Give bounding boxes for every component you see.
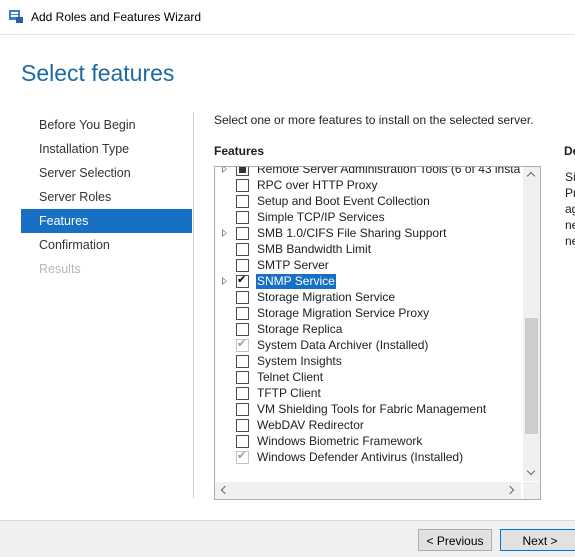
description-heading: De	[564, 144, 575, 158]
nav-item-server-roles[interactable]: Server Roles	[21, 185, 192, 209]
feature-label[interactable]: Storage Migration Service Proxy	[257, 306, 429, 321]
feature-checkbox[interactable]	[236, 259, 249, 272]
feature-row[interactable]: Storage Migration Service Proxy	[215, 306, 521, 322]
feature-row[interactable]: RPC over HTTP Proxy	[215, 178, 521, 194]
divider	[193, 112, 194, 498]
nav-item-installation-type[interactable]: Installation Type	[21, 137, 192, 161]
feature-row[interactable]: Storage Replica	[215, 322, 521, 338]
expand-arrow-icon[interactable]	[222, 229, 227, 237]
feature-row[interactable]: TFTP Client	[215, 386, 521, 402]
feature-label[interactable]: SMB 1.0/CIFS File Sharing Support	[257, 226, 446, 241]
expand-arrow-icon[interactable]	[222, 167, 227, 173]
feature-label[interactable]: SNMP Service	[256, 274, 336, 289]
feature-checkbox[interactable]	[236, 307, 249, 320]
scrollbar-corner	[523, 482, 540, 499]
feature-row[interactable]: SMB 1.0/CIFS File Sharing Support	[215, 226, 521, 242]
feature-row[interactable]: System Insights	[215, 354, 521, 370]
feature-label[interactable]: Storage Migration Service	[257, 290, 395, 305]
feature-row[interactable]: Windows Defender Antivirus (Installed)	[215, 449, 521, 466]
description-line: ag	[565, 202, 575, 216]
description-line: ne	[565, 218, 575, 232]
feature-row[interactable]: Simple TCP/IP Services	[215, 210, 521, 226]
feature-label[interactable]: SMTP Server	[257, 258, 329, 273]
description-line: ne	[565, 234, 575, 248]
feature-checkbox[interactable]	[236, 273, 249, 288]
feature-checkbox[interactable]	[236, 227, 249, 240]
feature-label[interactable]: Windows Biometric Framework	[257, 434, 422, 449]
feature-label[interactable]: Simple TCP/IP Services	[257, 210, 385, 225]
feature-checkbox[interactable]	[236, 167, 249, 176]
feature-checkbox[interactable]	[236, 403, 249, 416]
feature-row[interactable]: WebDAV Redirector	[215, 418, 521, 434]
next-button[interactable]: Next >	[500, 529, 575, 551]
vertical-scrollbar[interactable]	[523, 167, 540, 481]
nav-item-server-selection[interactable]: Server Selection	[21, 161, 192, 185]
feature-row[interactable]: Storage Migration Service	[215, 290, 521, 306]
feature-row[interactable]: Setup and Boot Event Collection	[215, 194, 521, 210]
feature-checkbox[interactable]	[236, 419, 249, 432]
scroll-down-icon[interactable]	[523, 464, 540, 481]
feature-row[interactable]: SMTP Server	[215, 258, 521, 274]
wizard-content: Select features Before You Begin Installa…	[0, 35, 575, 520]
nav-item-confirmation[interactable]: Confirmation	[21, 233, 192, 257]
title-bar: Add Roles and Features Wizard	[0, 0, 575, 35]
horizontal-scrollbar[interactable]	[215, 482, 521, 499]
feature-row[interactable]: System Data Archiver (Installed)	[215, 337, 521, 354]
feature-label[interactable]: RPC over HTTP Proxy	[257, 178, 377, 193]
feature-checkbox[interactable]	[236, 211, 249, 224]
feature-label[interactable]: Setup and Boot Event Collection	[257, 194, 430, 209]
scroll-up-icon[interactable]	[523, 167, 540, 184]
features-tree[interactable]: Remote Server Administration Tools (6 of…	[214, 166, 541, 500]
instruction-text: Select one or more features to install o…	[214, 113, 534, 127]
window-title: Add Roles and Features Wizard	[31, 10, 202, 24]
description-text: Si Pr ag ne ne	[565, 169, 575, 249]
feature-checkbox[interactable]	[236, 195, 249, 208]
scroll-right-icon[interactable]	[504, 482, 521, 499]
feature-label[interactable]: Remote Server Administration Tools (6 of…	[257, 167, 521, 177]
nav-item-results: Results	[39, 262, 81, 276]
wizard-nav: Before You Begin Installation Type Server …	[21, 113, 192, 281]
description-line: Si	[565, 170, 575, 184]
server-manager-icon	[9, 10, 23, 23]
scroll-left-icon[interactable]	[215, 482, 232, 499]
nav-item-before-you-begin[interactable]: Before You Begin	[21, 113, 192, 137]
feature-row[interactable]: Remote Server Administration Tools (6 of…	[215, 167, 521, 178]
feature-label[interactable]: System Data Archiver (Installed)	[257, 338, 428, 353]
description-line: Pr	[565, 186, 575, 200]
feature-row[interactable]: VM Shielding Tools for Fabric Management	[215, 402, 521, 418]
feature-row[interactable]: Windows Biometric Framework	[215, 434, 521, 450]
feature-label[interactable]: Telnet Client	[257, 370, 323, 385]
feature-row[interactable]: SNMP Service	[215, 273, 521, 290]
feature-checkbox[interactable]	[236, 355, 249, 368]
feature-checkbox[interactable]	[236, 387, 249, 400]
feature-checkbox[interactable]	[236, 323, 249, 336]
features-list: Remote Server Administration Tools (6 of…	[215, 167, 521, 481]
expand-arrow-icon[interactable]	[222, 277, 227, 285]
feature-label[interactable]: TFTP Client	[257, 386, 321, 401]
feature-row[interactable]: SMB Bandwidth Limit	[215, 242, 521, 258]
feature-checkbox[interactable]	[236, 435, 249, 448]
feature-label[interactable]: VM Shielding Tools for Fabric Management	[257, 402, 486, 417]
feature-checkbox[interactable]	[236, 243, 249, 256]
feature-label[interactable]: Storage Replica	[257, 322, 342, 337]
feature-checkbox[interactable]	[236, 179, 249, 192]
feature-checkbox	[236, 449, 249, 464]
scroll-thumb[interactable]	[525, 318, 538, 434]
feature-checkbox[interactable]	[236, 291, 249, 304]
feature-label[interactable]: SMB Bandwidth Limit	[257, 242, 371, 257]
wizard-footer: < Previous Next >	[0, 520, 575, 557]
feature-checkbox[interactable]	[236, 371, 249, 384]
feature-row[interactable]: Telnet Client	[215, 370, 521, 386]
feature-label[interactable]: Windows Defender Antivirus (Installed)	[257, 450, 463, 465]
feature-label[interactable]: WebDAV Redirector	[257, 418, 364, 433]
features-heading: Features	[214, 144, 265, 158]
page-title: Select features	[21, 60, 175, 86]
feature-checkbox	[236, 337, 249, 352]
nav-item-features[interactable]: Features	[21, 209, 192, 233]
previous-button[interactable]: < Previous	[418, 529, 492, 551]
feature-label[interactable]: System Insights	[257, 354, 342, 369]
